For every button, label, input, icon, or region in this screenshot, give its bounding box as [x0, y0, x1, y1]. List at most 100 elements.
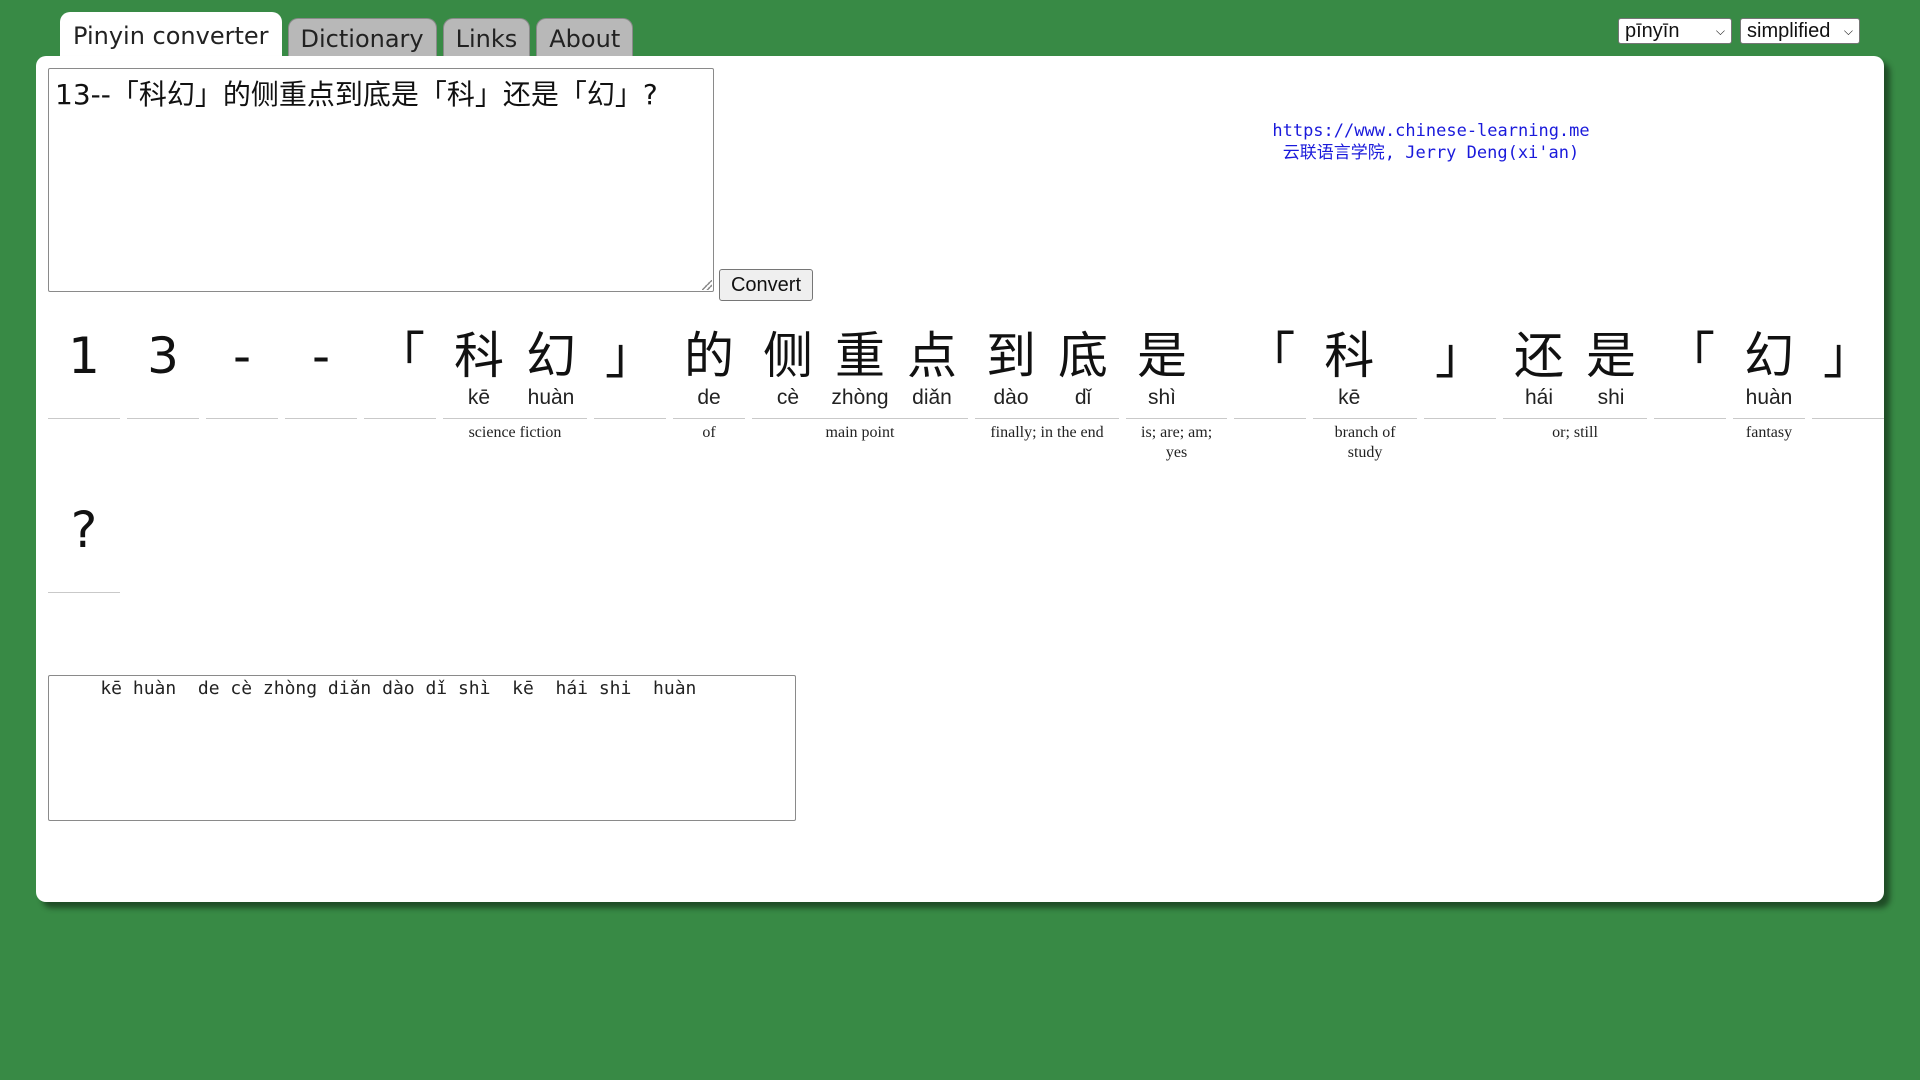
- character-cell: -: [206, 312, 278, 418]
- hanzi-char: -: [311, 327, 331, 385]
- hanzi-char: 「: [375, 327, 425, 385]
- character-cell: 点 diǎn: [896, 312, 968, 418]
- word-characters: 」: [594, 312, 666, 419]
- pinyin-label: cè: [776, 386, 800, 409]
- word-characters: 」: [1424, 312, 1496, 419]
- hanzi-char: 到: [986, 327, 1036, 385]
- hanzi-char: 「: [1245, 327, 1296, 385]
- word-group[interactable]: ?: [48, 486, 120, 597]
- pinyin-label: de: [697, 386, 721, 409]
- word-characters: 「: [1234, 312, 1307, 419]
- chinese-input-textarea[interactable]: 13--「科幻」的侧重点到底是「科」还是「幻」?: [48, 68, 714, 292]
- word-group[interactable]: -: [206, 312, 278, 423]
- hanzi-char: 幻: [526, 327, 576, 385]
- chevron-down-icon: ⌵: [1843, 23, 1853, 38]
- hanzi-char: 3: [147, 327, 179, 385]
- pinyin-label: zhòng: [831, 386, 889, 409]
- character-cell: 「: [1234, 312, 1306, 418]
- word-characters: 3: [127, 312, 199, 419]
- word-group[interactable]: 」: [594, 312, 666, 423]
- pinyin-label: dǐ: [1074, 386, 1092, 409]
- word-characters: 侧 cè 重 zhòng 点 diǎn: [752, 312, 968, 419]
- script-select[interactable]: simplified ⌵: [1740, 18, 1860, 44]
- character-cell: 科 kē: [443, 312, 515, 418]
- pinyin-label: kē: [1338, 386, 1361, 409]
- pinyin-output-textarea[interactable]: kē huàn de cè zhòng diǎn dào dǐ shì kē h…: [48, 675, 796, 821]
- pinyin-label: shì: [1147, 386, 1176, 409]
- character-cell: 幻 huàn: [515, 312, 587, 418]
- word-group[interactable]: -: [285, 312, 357, 423]
- word-characters: ?: [48, 486, 120, 593]
- word-group[interactable]: 幻 huàn fantasy: [1733, 312, 1805, 443]
- character-cell: 」: [1424, 312, 1496, 418]
- hanzi-char: 侧: [763, 327, 813, 385]
- word-characters: 还 hái 是 shi: [1503, 312, 1647, 419]
- word-characters: 的 de: [673, 312, 745, 419]
- definition-label: finally; in the end: [990, 424, 1104, 441]
- site-url-link[interactable]: https://www.chinese-learning.me: [1226, 120, 1636, 142]
- character-cell: 到 dào: [975, 312, 1047, 418]
- word-group[interactable]: 还 hái 是 shi or; still: [1503, 312, 1647, 443]
- word-group[interactable]: 「: [364, 312, 436, 423]
- word-group[interactable]: 「: [1654, 312, 1726, 423]
- hanzi-char: 科: [454, 327, 504, 385]
- hanzi-char: 科: [1324, 327, 1375, 385]
- word-characters: 「: [1654, 312, 1726, 419]
- hanzi-char: 是: [1137, 327, 1187, 385]
- definition-label: is; are; am; yes: [1141, 424, 1213, 461]
- word-group[interactable]: 1: [48, 312, 120, 423]
- word-group[interactable]: 科 kē 幻 huàn science fiction: [443, 312, 587, 443]
- character-cell: ?: [48, 486, 120, 592]
- convert-button[interactable]: Convert: [719, 269, 813, 301]
- character-cell: 」: [1812, 312, 1884, 418]
- word-group[interactable]: 科 kē branch of study: [1313, 312, 1417, 463]
- hanzi-char: 是: [1586, 327, 1636, 385]
- character-cell: 」: [594, 312, 666, 418]
- character-cell: 科 kē: [1313, 312, 1385, 418]
- hanzi-char: 「: [1665, 327, 1715, 385]
- word-characters: 幻 huàn: [1733, 312, 1805, 419]
- tab-pinyin-converter[interactable]: Pinyin converter: [60, 12, 282, 58]
- chevron-down-icon: ⌵: [1715, 23, 1725, 38]
- hanzi-char: ?: [70, 501, 98, 559]
- hanzi-char: 」: [605, 327, 655, 385]
- hanzi-char: 重: [835, 327, 885, 385]
- annotation-row: ?: [48, 486, 120, 597]
- site-credit: https://www.chinese-learning.me 云联语言学院, …: [1226, 120, 1636, 164]
- definition-label: science fiction: [468, 424, 562, 441]
- character-cell: 重 zhòng: [824, 312, 896, 418]
- word-characters: 科 kē 幻 huàn: [443, 312, 587, 419]
- hanzi-char: 还: [1514, 327, 1564, 385]
- character-cell: 侧 cè: [752, 312, 824, 418]
- definition-label: main point: [825, 424, 895, 441]
- word-group[interactable]: 3: [127, 312, 199, 423]
- word-characters: 科 kē: [1313, 312, 1417, 419]
- pinyin-label: hái: [1524, 386, 1554, 409]
- resize-handle-icon[interactable]: [702, 280, 712, 290]
- tab-links[interactable]: Links: [442, 18, 531, 58]
- definition-label: fantasy: [1745, 424, 1793, 441]
- settings-selects: pīnyīn ⌵ simplified ⌵: [1618, 18, 1860, 44]
- pinyin-label: shi: [1597, 386, 1625, 409]
- hanzi-char: 底: [1058, 327, 1108, 385]
- word-group[interactable]: 是 shì is; are; am; yes: [1126, 312, 1228, 463]
- word-characters: 「: [364, 312, 436, 419]
- tab-dictionary[interactable]: Dictionary: [287, 18, 437, 58]
- romanization-select[interactable]: pīnyīn ⌵: [1618, 18, 1732, 44]
- word-group[interactable]: 到 dào 底 dǐ finally; in the end: [975, 312, 1119, 443]
- hanzi-char: 点: [907, 327, 957, 385]
- pinyin-label: diǎn: [912, 386, 952, 409]
- character-cell: 「: [1654, 312, 1726, 418]
- word-group[interactable]: 」: [1812, 312, 1884, 423]
- word-characters: -: [206, 312, 278, 419]
- word-group[interactable]: 」: [1424, 312, 1496, 423]
- tab-about[interactable]: About: [536, 18, 634, 58]
- romanization-select-value: pīnyīn: [1625, 19, 1680, 42]
- word-group[interactable]: 「: [1234, 312, 1307, 423]
- word-group[interactable]: 的 de of: [673, 312, 745, 443]
- hanzi-char: 1: [68, 327, 100, 385]
- word-characters: 是 shì: [1126, 312, 1228, 419]
- hanzi-char: 的: [684, 327, 734, 385]
- word-group[interactable]: 侧 cè 重 zhòng 点 diǎn main point: [752, 312, 968, 443]
- author-credit: 云联语言学院, Jerry Deng(xi'an): [1282, 143, 1580, 163]
